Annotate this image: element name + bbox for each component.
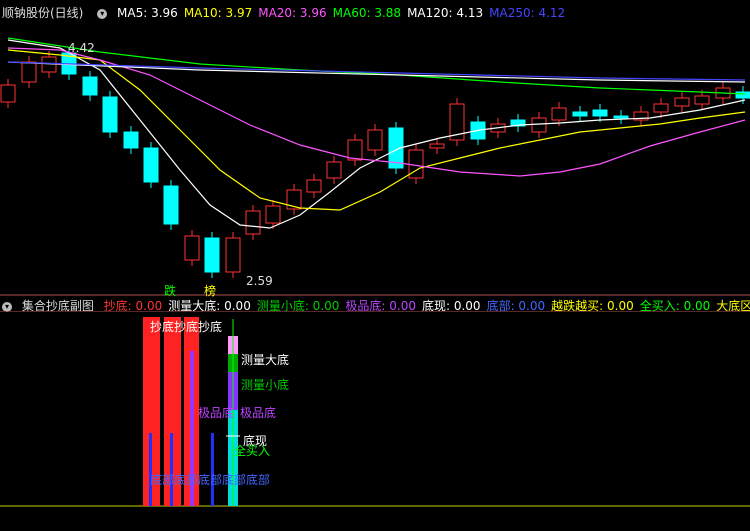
label-jpd: 极品底 <box>198 406 235 420</box>
candle-body <box>102 96 118 133</box>
candle-body <box>592 109 608 117</box>
candle-body <box>735 91 750 99</box>
ma-legend-item: MA120: 4.13 <box>407 6 484 20</box>
high-price-marker: 4.42 <box>68 41 95 55</box>
candle-body <box>674 97 690 107</box>
candle-body <box>572 111 588 117</box>
dibu-bar <box>170 433 173 506</box>
candle-body <box>306 179 322 193</box>
ma-legend-item: MA250: 4.12 <box>489 6 566 20</box>
label-qmr: 全买入 <box>234 444 271 458</box>
ma-legend-item: MA20: 3.96 <box>258 6 327 20</box>
ma-legend-item: MA5: 3.96 <box>117 6 178 20</box>
candle-body <box>531 117 547 133</box>
candle-body <box>265 205 281 224</box>
ma250-line <box>7 61 746 81</box>
candle-body <box>225 237 241 273</box>
candle-body <box>347 139 363 161</box>
candle-body <box>613 115 629 119</box>
candle-body <box>245 210 261 235</box>
low-price-marker: 2.59 <box>246 274 273 288</box>
candle-body <box>367 129 383 151</box>
indicator-chart[interactable] <box>0 311 750 531</box>
candle-body <box>143 147 159 183</box>
collapse-icon[interactable]: ▾ <box>2 301 12 312</box>
stock-title[interactable]: 顺钠股份(日线) <box>2 6 83 20</box>
collapse-icon[interactable]: ▾ <box>97 8 108 19</box>
candle-body <box>204 237 220 273</box>
candle-body <box>653 103 669 113</box>
dibu-bar <box>149 433 152 506</box>
candle-body <box>21 61 37 83</box>
label-clxd: 测量小底 <box>241 378 290 392</box>
candle-body <box>184 235 200 261</box>
candlestick-chart[interactable] <box>0 20 750 310</box>
candle-body <box>123 131 139 149</box>
label-cldd: 测量大底 <box>241 353 290 367</box>
label-dibu: 底部底部底部底部底部 <box>150 473 271 487</box>
bar-label-chaodi: 抄底抄底抄底 <box>150 320 223 334</box>
candle-body <box>163 185 179 225</box>
dibu-bar <box>211 433 214 506</box>
candle-body <box>0 84 16 103</box>
candle-body <box>429 143 445 149</box>
candle-body <box>326 161 342 179</box>
label-jpd-2: 极品底 <box>240 406 277 420</box>
ma-legend-item: MA60: 3.88 <box>332 6 402 20</box>
candle-body <box>551 107 567 121</box>
candle-body <box>82 76 98 96</box>
ma-legend-item: MA10: 3.97 <box>183 6 253 20</box>
candle-body <box>694 95 710 105</box>
